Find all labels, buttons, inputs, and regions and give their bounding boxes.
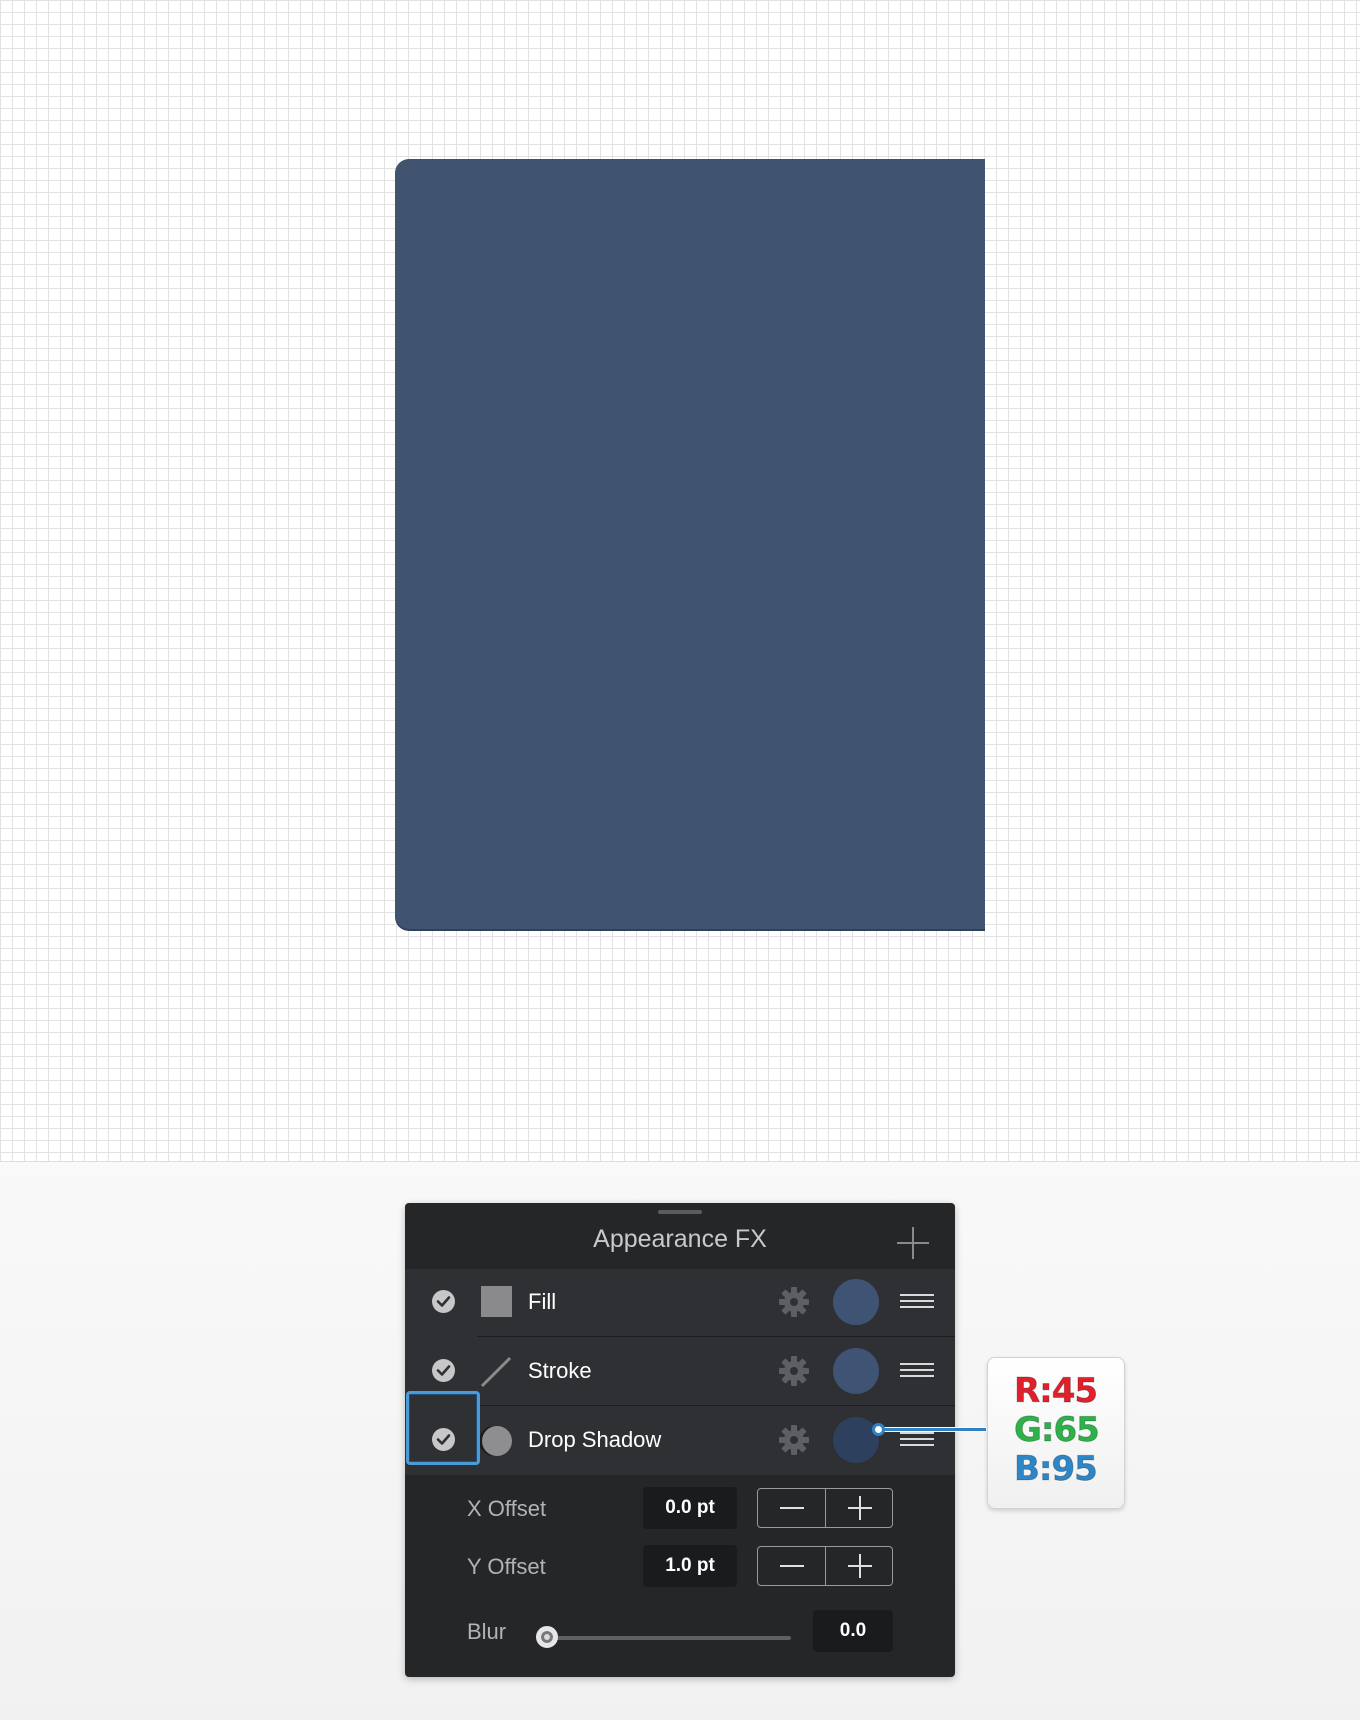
y-offset-field[interactable]: 1.0 pt: [643, 1545, 737, 1587]
effects-list: Fill Stroke Drop Shadow: [405, 1269, 955, 1475]
effect-label-stroke: Stroke: [528, 1358, 592, 1383]
y-offset-label: Y Offset: [467, 1554, 546, 1579]
effect-row-stroke[interactable]: Stroke: [405, 1338, 955, 1406]
gear-icon[interactable]: [777, 1285, 811, 1319]
drag-reorder-icon[interactable]: [900, 1294, 934, 1310]
blur-slider-knob[interactable]: [536, 1626, 558, 1648]
rgb-callout-card: R:45 G:65 B:95: [987, 1357, 1125, 1509]
x-offset-stepper: [757, 1488, 893, 1528]
blur-slider-track[interactable]: [541, 1636, 791, 1640]
y-offset-decrement-button[interactable]: [758, 1547, 825, 1585]
row-divider: [477, 1405, 955, 1406]
fill-color-swatch[interactable]: [833, 1279, 879, 1325]
drag-reorder-icon[interactable]: [900, 1363, 934, 1379]
selection-highlight: [406, 1391, 480, 1465]
add-effect-button[interactable]: [897, 1227, 929, 1259]
shadow-color-swatch[interactable]: [833, 1417, 879, 1463]
row-divider: [477, 1336, 955, 1337]
x-offset-label: X Offset: [467, 1496, 547, 1521]
drag-reorder-icon[interactable]: [900, 1432, 934, 1448]
rgb-red-value: R:45: [1013, 1371, 1098, 1411]
y-offset-increment-button[interactable]: [826, 1547, 893, 1585]
blur-field[interactable]: 0.0: [813, 1610, 893, 1652]
effect-label-fill: Fill: [528, 1289, 557, 1314]
gear-icon[interactable]: [777, 1354, 811, 1388]
callout-connector-dot: [872, 1423, 885, 1436]
toggle-check-icon[interactable]: [432, 1359, 455, 1382]
rgb-green-value: G:65: [1014, 1410, 1101, 1450]
x-offset-field[interactable]: 0.0 pt: [643, 1487, 737, 1529]
x-offset-increment-button[interactable]: [826, 1489, 893, 1527]
effect-label-drop-shadow: Drop Shadow: [528, 1427, 662, 1452]
y-offset-stepper: [757, 1546, 893, 1586]
toggle-check-icon[interactable]: [432, 1290, 455, 1313]
shadow-circle-icon: [482, 1426, 512, 1456]
stroke-color-swatch[interactable]: [833, 1348, 879, 1394]
rgb-blue-value: B:95: [1014, 1449, 1099, 1489]
effect-row-drop-shadow[interactable]: Drop Shadow: [405, 1407, 955, 1475]
stroke-line-icon: [480, 1356, 512, 1388]
callout-connector: [878, 1428, 986, 1431]
effect-row-fill[interactable]: Fill: [405, 1269, 955, 1337]
appearance-fx-panel: Appearance FX Fill Stroke Drop Shadow X …: [405, 1203, 955, 1677]
blur-label: Blur: [467, 1619, 507, 1644]
panel-drag-handle[interactable]: [658, 1210, 702, 1214]
rectangle-shape[interactable]: [395, 159, 985, 929]
fill-square-icon: [481, 1286, 512, 1317]
panel-title: Appearance FX: [593, 1225, 767, 1253]
gear-icon[interactable]: [777, 1423, 811, 1457]
x-offset-decrement-button[interactable]: [758, 1489, 825, 1527]
